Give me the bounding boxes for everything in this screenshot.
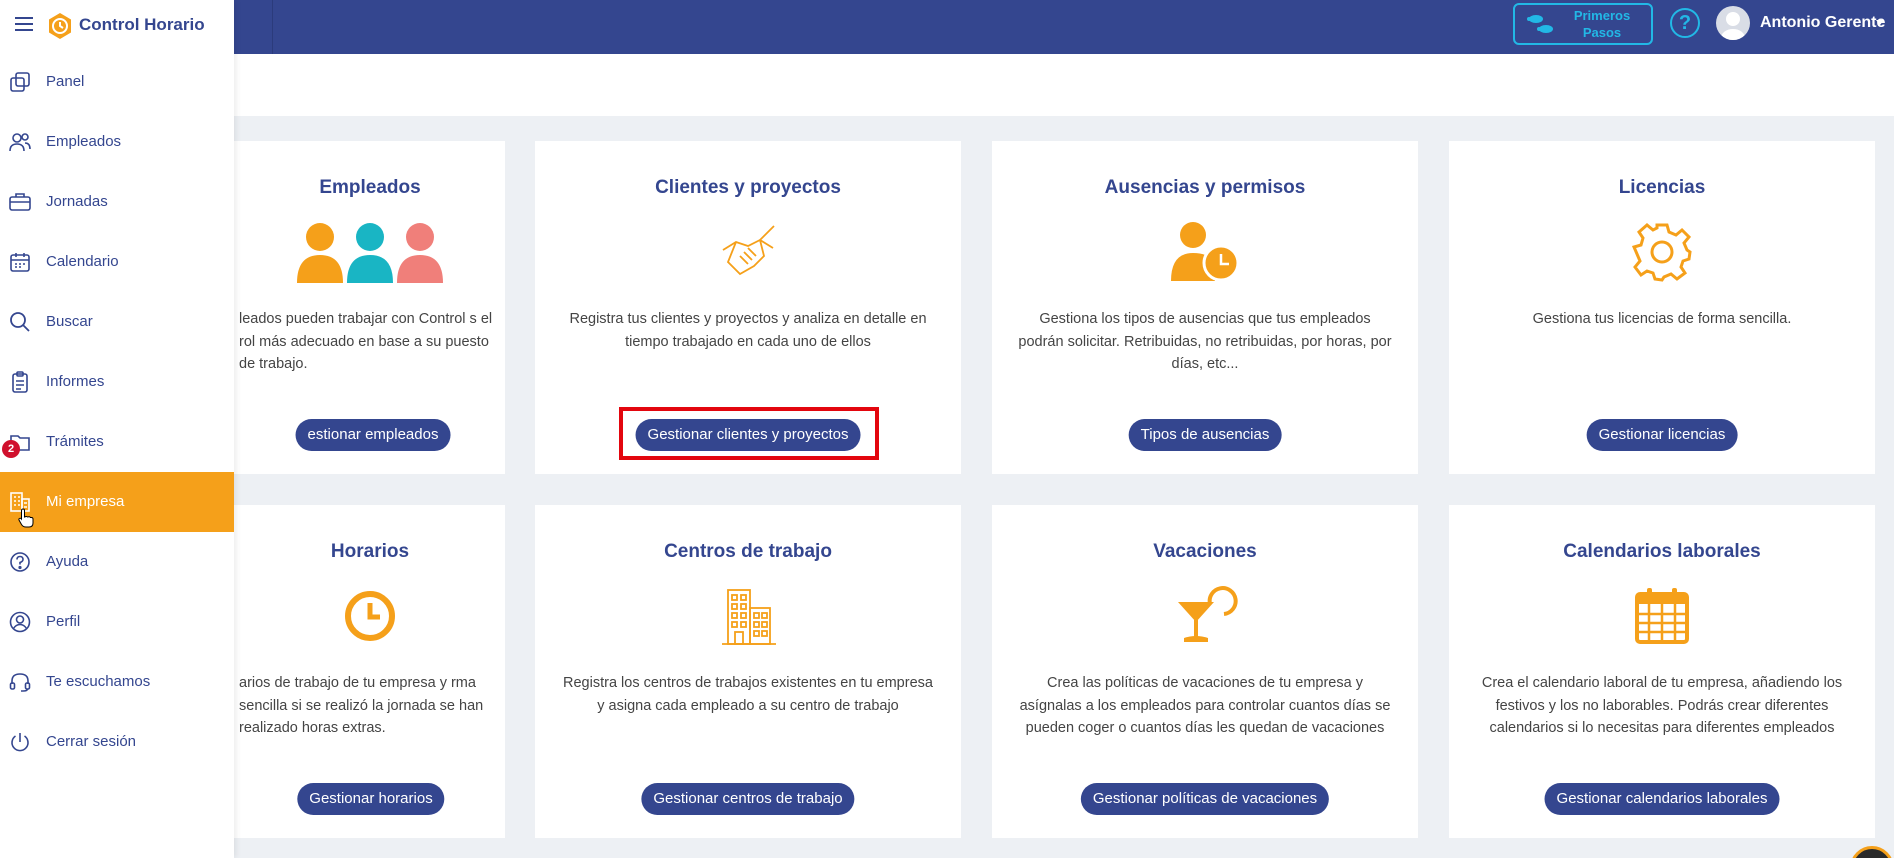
- card-description: Gestiona los tipos de ausencias que tus …: [1018, 311, 1392, 372]
- manage-schedules-button[interactable]: Gestionar horarios: [297, 783, 445, 815]
- sidebar-item-label: Buscar: [46, 313, 93, 330]
- sidebar-item-buscar[interactable]: Buscar: [0, 292, 234, 352]
- gear-icon: [1449, 219, 1875, 285]
- sidebar-item-perfil[interactable]: Perfil: [0, 592, 234, 652]
- card-title: Licencias: [1618, 177, 1706, 198]
- page-toolbar-area: [0, 54, 1894, 116]
- sidebar-item-panel[interactable]: Panel: [0, 52, 234, 112]
- user-name[interactable]: Antonio Gerente: [1760, 14, 1885, 32]
- card-description: Crea el calendario laboral de tu empresa…: [1481, 675, 1843, 736]
- footprints-icon: [1515, 12, 1567, 36]
- absence-types-button[interactable]: Tipos de ausencias: [1128, 419, 1282, 451]
- card-ausencias-permisos: Ausencias y permisos Gestiona los tipos …: [992, 141, 1418, 474]
- sidebar-item-ayuda[interactable]: Ayuda: [0, 532, 234, 592]
- sidebar-item-informes[interactable]: Informes: [0, 352, 234, 412]
- card-title: Horarios: [330, 541, 410, 562]
- notification-badge: 2: [2, 440, 20, 458]
- sidebar-item-label: Informes: [46, 373, 105, 390]
- card-description: arios de trabajo de tu empresa y rma sen…: [239, 675, 484, 736]
- top-bar: Primeros Pasos ? Antonio Gerente: [0, 0, 1894, 54]
- clock-icon: [235, 583, 505, 649]
- sidebar-item-label: Calendario: [46, 253, 119, 270]
- logo-icon: [46, 12, 74, 40]
- buildings-icon: [535, 583, 961, 649]
- card-title: Vacaciones: [1153, 541, 1257, 562]
- first-steps-line2: Pasos: [1582, 25, 1622, 40]
- card-description: leados pueden trabajar con Control s el …: [239, 311, 493, 372]
- headset-icon: [9, 673, 31, 692]
- sidebar-item-label: Cerrar sesión: [46, 733, 137, 750]
- calendar-grid-icon: [1449, 583, 1875, 649]
- sidebar-item-label: Ayuda: [46, 553, 89, 570]
- panel-icon: [10, 72, 30, 92]
- floating-widget[interactable]: [1850, 846, 1894, 858]
- manage-vacation-policies-button[interactable]: Gestionar políticas de vacaciones: [1080, 783, 1330, 815]
- card-title: Empleados: [319, 177, 421, 198]
- card-description: Gestiona tus licencias de forma sencilla…: [1532, 311, 1792, 327]
- card-title: Centros de trabajo: [664, 541, 832, 562]
- card-vacaciones: Vacaciones Crea las políticas de vacacio…: [992, 505, 1418, 838]
- manage-employees-button[interactable]: estionar empleados: [295, 419, 451, 451]
- app-title: Control Horario: [79, 15, 205, 34]
- cocktail-icon: [992, 583, 1418, 649]
- help-circle-icon: [10, 552, 30, 572]
- handshake-icon: [535, 219, 961, 285]
- topbar-divider: [272, 0, 273, 54]
- card-licencias: Licencias Gestiona tus licencias de form…: [1449, 141, 1875, 474]
- users-icon: [9, 133, 31, 152]
- sidebar-item-label: Jornadas: [46, 193, 108, 210]
- card-title: Ausencias y permisos: [1104, 177, 1306, 198]
- sidebar-item-label: Trámites: [46, 433, 104, 450]
- sidebar-item-empleados[interactable]: Empleados: [0, 112, 234, 172]
- sidebar-item-tramites[interactable]: 2 Trámites: [0, 412, 234, 472]
- sidebar-item-jornadas[interactable]: Jornadas: [0, 172, 234, 232]
- card-title: Clientes y proyectos: [655, 177, 841, 198]
- briefcase-icon: [9, 193, 31, 211]
- card-calendarios-laborales: Calendarios laborales Crea el calendario…: [1449, 505, 1875, 838]
- user-clock-icon: [992, 219, 1418, 285]
- avatar[interactable]: [1716, 6, 1750, 40]
- card-description: Registra tus clientes y proyectos y anal…: [569, 311, 927, 350]
- sidebar-item-cerrar-sesion[interactable]: Cerrar sesión: [0, 712, 234, 772]
- highlight-box: [619, 407, 879, 460]
- sidebar: Control Horario Panel Empleados Jornadas…: [0, 0, 234, 858]
- help-icon[interactable]: ?: [1670, 8, 1700, 38]
- sidebar-item-label: Mi empresa: [46, 493, 125, 510]
- sidebar-item-label: Te escuchamos: [46, 673, 151, 690]
- power-icon: [11, 733, 29, 752]
- manage-licenses-button[interactable]: Gestionar licencias: [1586, 419, 1738, 451]
- sidebar-item-te-escuchamos[interactable]: Te escuchamos: [0, 652, 234, 712]
- hamburger-menu-icon[interactable]: [15, 17, 33, 31]
- calendar-icon: [10, 253, 30, 272]
- card-description: Registra los centros de trabajos existen…: [563, 675, 933, 714]
- card-title: Calendarios laborales: [1563, 541, 1761, 562]
- users-group-icon: [235, 219, 505, 285]
- card-centros-trabajo: Centros de trabajo Registra los centros …: [535, 505, 961, 838]
- sidebar-nav: Panel Empleados Jornadas Calendario Busc…: [0, 52, 234, 772]
- clipboard-icon: [12, 371, 28, 393]
- sidebar-item-mi-empresa[interactable]: Mi empresa: [0, 472, 234, 532]
- search-icon: [10, 312, 30, 332]
- sidebar-item-label: Empleados: [46, 133, 122, 150]
- hand-cursor-icon: [18, 508, 34, 528]
- sidebar-item-calendario[interactable]: Calendario: [0, 232, 234, 292]
- manage-workplaces-button[interactable]: Gestionar centros de trabajo: [641, 783, 855, 815]
- manage-work-calendars-button[interactable]: Gestionar calendarios laborales: [1544, 783, 1780, 815]
- sidebar-item-label: Perfil: [46, 613, 81, 630]
- user-circle-icon: [9, 611, 31, 633]
- first-steps-line1: Primeros: [1573, 8, 1631, 23]
- chevron-down-icon[interactable]: [1876, 20, 1884, 25]
- card-description: Crea las políticas de vacaciones de tu e…: [1019, 675, 1391, 736]
- first-steps-button[interactable]: Primeros Pasos: [1513, 3, 1653, 45]
- sidebar-item-label: Panel: [46, 73, 85, 90]
